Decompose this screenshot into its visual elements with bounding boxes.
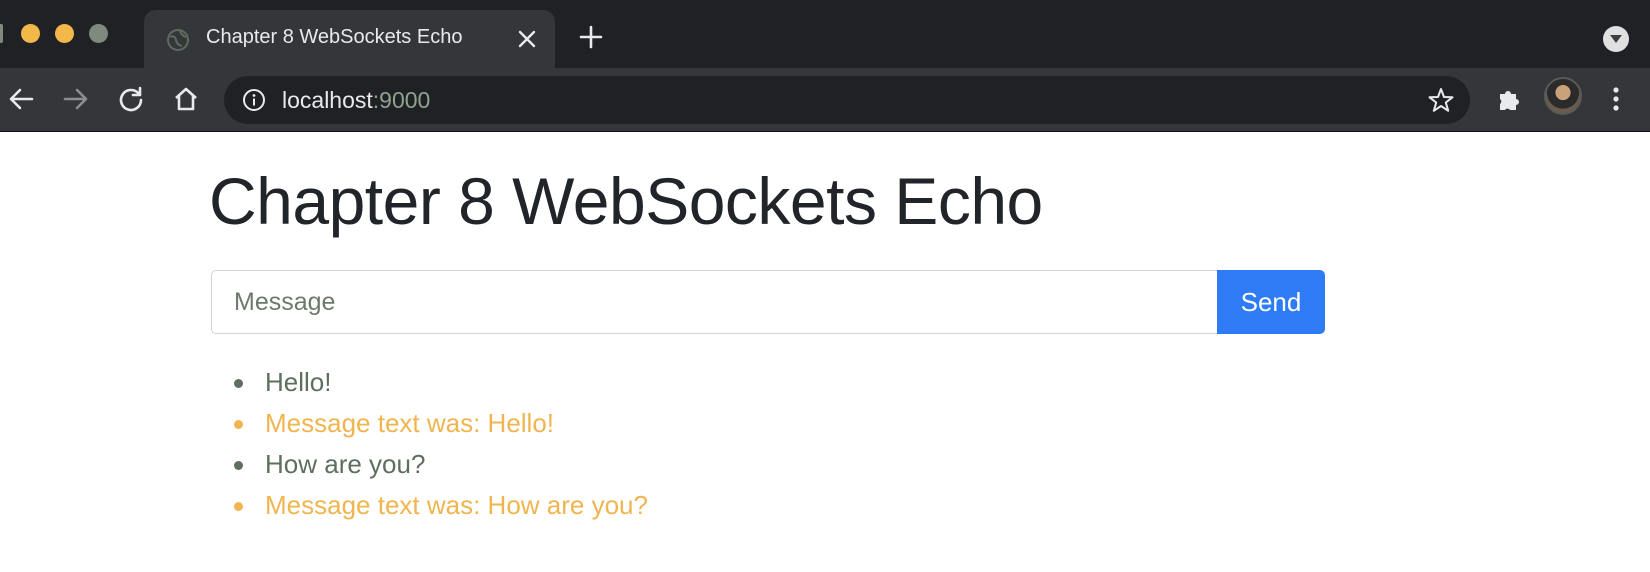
message-list: Hello! Message text was: Hello! How are … — [234, 362, 648, 526]
browser-toolbar: localhost:9000 — [0, 68, 1650, 132]
star-icon[interactable] — [1428, 87, 1454, 113]
info-icon[interactable] — [242, 88, 266, 112]
url-port: :9000 — [372, 87, 431, 113]
tab-title: Chapter 8 WebSockets Echo — [206, 26, 463, 48]
close-icon[interactable] — [514, 26, 540, 52]
home-icon[interactable] — [171, 84, 201, 114]
avatar[interactable] — [1544, 77, 1582, 115]
chevron-down-icon[interactable] — [1603, 26, 1629, 52]
back-arrow-icon[interactable] — [6, 84, 36, 114]
message-form: Send — [211, 270, 1325, 334]
kebab-menu-icon[interactable] — [1601, 84, 1631, 114]
message-text: Message text was: How are you? — [265, 490, 648, 520]
send-button[interactable]: Send — [1217, 270, 1325, 334]
reload-icon[interactable] — [116, 84, 146, 114]
bullet — [234, 461, 243, 470]
url-text: localhost:9000 — [282, 87, 430, 114]
globe-icon — [166, 28, 190, 52]
window-minimize-button[interactable] — [55, 24, 74, 43]
window-zoom-button[interactable] — [89, 24, 108, 43]
list-item: How are you? — [234, 444, 648, 485]
window-close-button[interactable] — [21, 24, 40, 43]
bullet — [234, 502, 243, 511]
page-title: Chapter 8 WebSockets Echo — [209, 164, 1043, 238]
address-bar[interactable]: localhost:9000 — [224, 76, 1470, 124]
window-edge — [0, 24, 3, 43]
message-text: Hello! — [265, 367, 332, 397]
bullet — [234, 379, 243, 388]
list-item: Message text was: How are you? — [234, 485, 648, 526]
forward-arrow-icon[interactable] — [61, 84, 91, 114]
message-input[interactable] — [211, 270, 1217, 334]
message-text: Message text was: Hello! — [265, 408, 555, 438]
url-host: localhost — [282, 87, 373, 113]
list-item: Hello! — [234, 362, 648, 403]
tab-strip: Chapter 8 WebSockets Echo — [0, 0, 1650, 68]
active-tab[interactable]: Chapter 8 WebSockets Echo — [144, 10, 555, 68]
message-text: How are you? — [265, 449, 426, 479]
bullet — [234, 420, 243, 429]
puzzle-icon[interactable] — [1494, 84, 1524, 114]
page-content: Chapter 8 WebSockets Echo Send Hello! Me… — [0, 133, 1650, 572]
list-item: Message text was: Hello! — [234, 403, 648, 444]
plus-icon[interactable] — [578, 24, 604, 50]
